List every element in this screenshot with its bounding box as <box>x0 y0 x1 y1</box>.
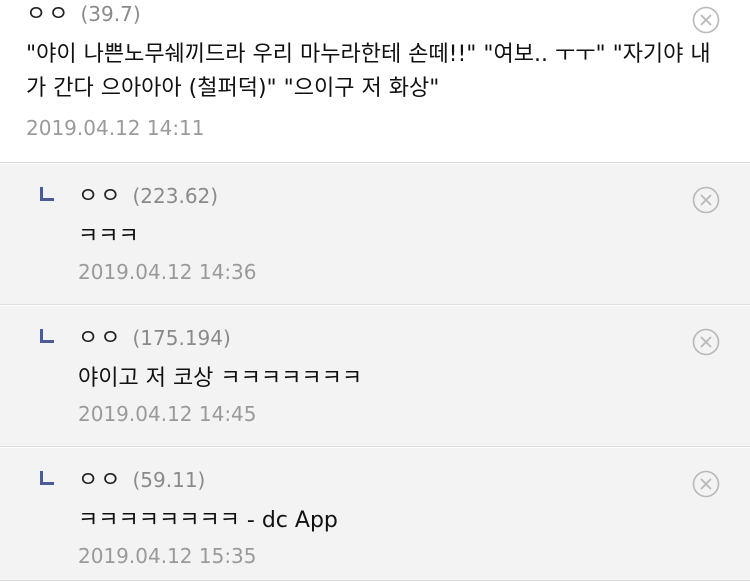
author-nickname[interactable]: ㅇㅇ <box>78 325 122 353</box>
reply-header: ㅇㅇ (175.194) <box>78 324 231 353</box>
comment-thread: ㅇㅇ (39.7) "야이 나쁜노무쉐끼드라 우리 마누라한테 손떼!!" "여… <box>0 0 750 581</box>
comment-date: 2019.04.12 14:11 <box>26 116 205 140</box>
reply-header: ㅇㅇ (59.11) <box>78 466 205 495</box>
reply-arrow-icon <box>40 471 54 485</box>
close-circle-icon <box>692 470 720 498</box>
author-nickname[interactable]: ㅇㅇ <box>26 1 70 29</box>
delete-button[interactable] <box>692 6 720 34</box>
close-circle-icon <box>692 6 720 34</box>
reply-comment: ㅇㅇ (59.11) ㅋㅋㅋㅋㅋㅋㅋㅋ - dc App 2019.04.12 … <box>0 448 750 581</box>
author-nickname[interactable]: ㅇㅇ <box>78 467 122 495</box>
author-ip: (39.7) <box>80 2 141 26</box>
reply-date: 2019.04.12 14:45 <box>78 402 257 426</box>
reply-text: 야이고 저 코상 ㅋㅋㅋㅋㅋㅋㅋ <box>78 366 363 391</box>
reply-text: ㅋㅋㅋ <box>78 224 139 249</box>
author-ip: (175.194) <box>132 326 231 350</box>
comment-text: "야이 나쁜노무쉐끼드라 우리 마누라한테 손떼!!" "여보.. ㅜㅜ" "자… <box>26 42 711 101</box>
author-ip: (59.11) <box>132 468 206 492</box>
delete-button[interactable] <box>692 328 720 356</box>
reply-header: ㅇㅇ (223.62) <box>78 182 218 211</box>
reply-date: 2019.04.12 15:35 <box>78 544 257 568</box>
close-circle-icon <box>692 186 720 214</box>
reply-date: 2019.04.12 14:36 <box>78 260 257 284</box>
reply-arrow-icon <box>40 329 54 343</box>
reply-comment: ㅇㅇ (223.62) ㅋㅋㅋ 2019.04.12 14:36 <box>0 164 750 305</box>
delete-button[interactable] <box>692 186 720 214</box>
comment-header: ㅇㅇ (39.7) <box>26 0 141 29</box>
author-nickname[interactable]: ㅇㅇ <box>78 183 122 211</box>
reply-comment: ㅇㅇ (175.194) 야이고 저 코상 ㅋㅋㅋㅋㅋㅋㅋ 2019.04.12… <box>0 306 750 447</box>
reply-text: ㅋㅋㅋㅋㅋㅋㅋㅋ - dc App <box>78 508 338 533</box>
comment: ㅇㅇ (39.7) "야이 나쁜노무쉐끼드라 우리 마누라한테 손떼!!" "여… <box>0 0 750 163</box>
close-circle-icon <box>692 328 720 356</box>
reply-arrow-icon <box>40 187 54 201</box>
author-ip: (223.62) <box>132 184 219 208</box>
delete-button[interactable] <box>692 470 720 498</box>
